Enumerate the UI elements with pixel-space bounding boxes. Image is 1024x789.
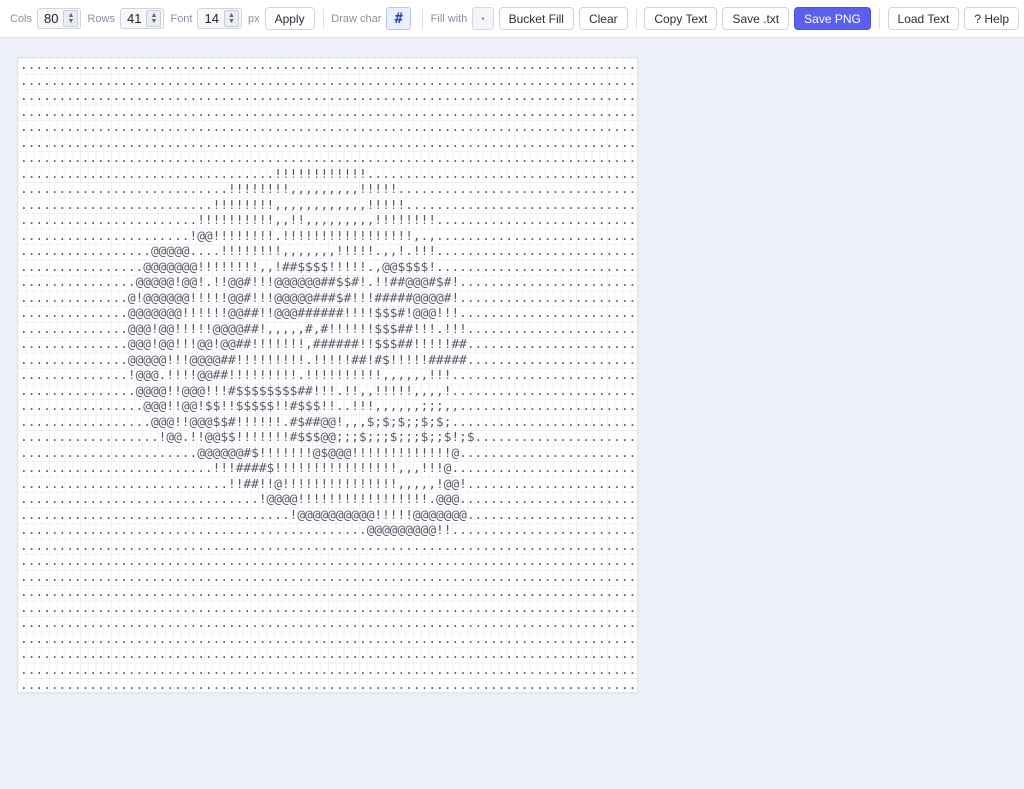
fill-with-label: Fill with bbox=[430, 12, 468, 25]
font-size-value: 14 bbox=[204, 11, 219, 26]
cols-label: Cols bbox=[10, 12, 33, 25]
font-stepper-icon[interactable]: ▲ ▼ bbox=[223, 10, 239, 27]
font-size-input[interactable]: 14 ▲ ▼ bbox=[197, 8, 242, 29]
rows-stepper-icon[interactable]: ▲ ▼ bbox=[146, 10, 162, 27]
cols-stepper-icon[interactable]: ▲ ▼ bbox=[63, 10, 79, 27]
cols-value: 80 bbox=[44, 11, 59, 26]
load-text-button[interactable]: Load Text bbox=[887, 7, 960, 30]
divider bbox=[322, 8, 324, 29]
rows-input[interactable]: 41 ▲ ▼ bbox=[120, 8, 165, 29]
ascii-canvas[interactable]: ........................................… bbox=[17, 57, 638, 693]
draw-char-label: Draw char bbox=[331, 12, 382, 25]
save-txt-button[interactable]: Save .txt bbox=[722, 7, 790, 30]
save-png-button[interactable]: Save PNG bbox=[794, 7, 871, 30]
fill-with-input[interactable]: · bbox=[472, 7, 494, 30]
cols-input[interactable]: 80 ▲ ▼ bbox=[37, 8, 82, 29]
copy-text-button[interactable]: Copy Text bbox=[644, 7, 718, 30]
font-label: Font bbox=[170, 12, 193, 25]
toolbar: Cols 80 ▲ ▼ Rows 41 ▲ ▼ Font 14 ▲ ▼ px Appl… bbox=[0, 0, 1024, 38]
rows-value: 41 bbox=[127, 11, 142, 26]
apply-button[interactable]: Apply bbox=[264, 7, 315, 30]
divider bbox=[878, 8, 880, 29]
help-button[interactable]: ? Help bbox=[964, 7, 1020, 30]
bucket-fill-button[interactable]: Bucket Fill bbox=[498, 7, 574, 30]
divider bbox=[635, 8, 637, 29]
divider bbox=[421, 8, 423, 29]
font-unit: px bbox=[247, 12, 260, 25]
ascii-art-text: ........................................… bbox=[20, 58, 638, 693]
rows-label: Rows bbox=[87, 12, 115, 25]
clear-button[interactable]: Clear bbox=[578, 7, 628, 30]
draw-char-input[interactable]: # bbox=[386, 7, 411, 30]
